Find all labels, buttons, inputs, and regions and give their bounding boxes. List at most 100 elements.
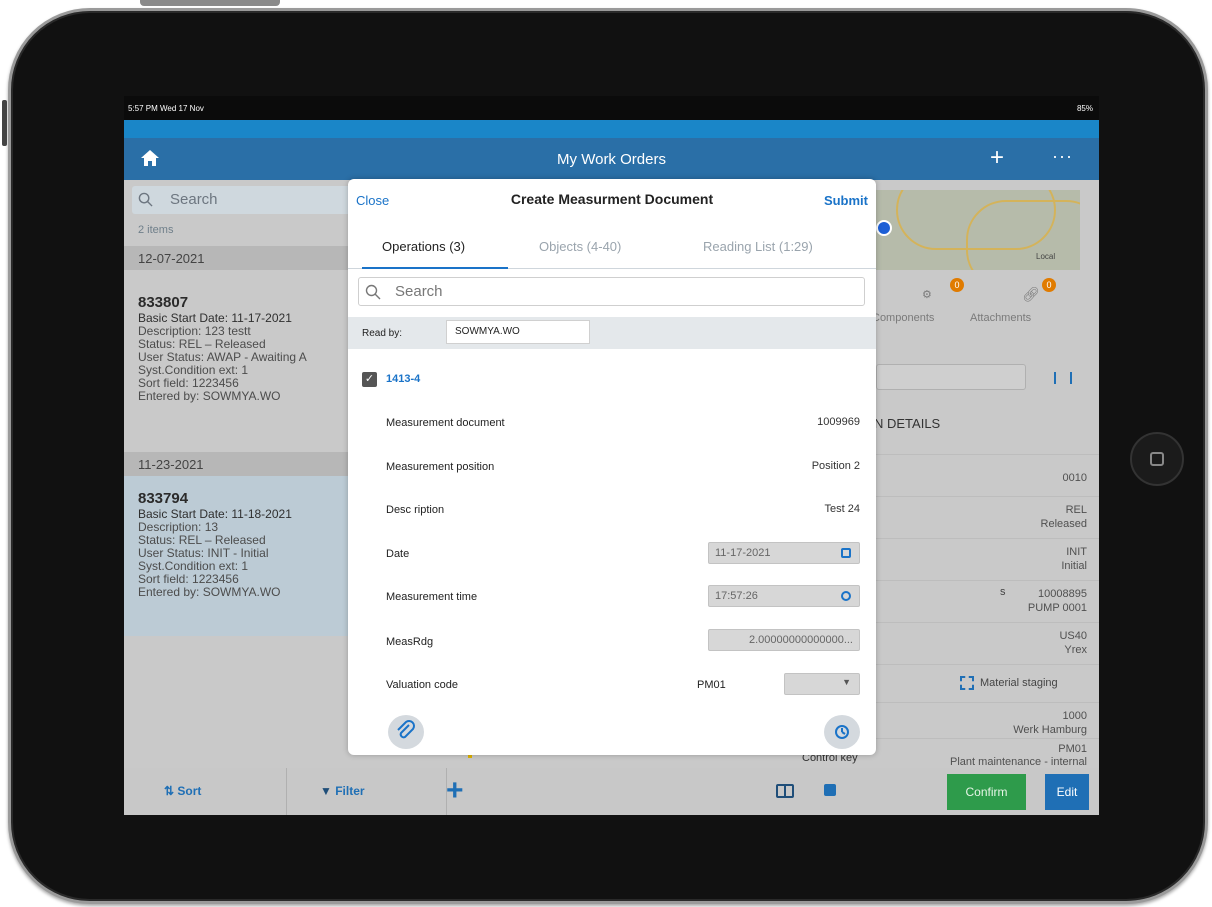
components-badge: 0 xyxy=(950,278,964,292)
measurement-position-label: Measurement position xyxy=(386,461,495,473)
filter-button[interactable]: ▼ Filter xyxy=(320,784,365,798)
dialog-search-placeholder: Search xyxy=(395,283,443,300)
clock-icon xyxy=(841,591,851,601)
items-count: 2 items xyxy=(138,224,174,236)
control-key-row: PM01 Plant maintenance - internal xyxy=(876,738,1099,769)
description-value: Test 24 xyxy=(824,503,860,515)
history-button[interactable] xyxy=(824,715,860,749)
add-button[interactable]: + xyxy=(446,776,464,806)
date-field[interactable]: 11-17-2021 xyxy=(708,542,860,564)
map-pin-icon xyxy=(876,220,892,236)
read-by-field[interactable]: SOWMYA.WO xyxy=(446,320,590,344)
edit-button[interactable]: Edit xyxy=(1045,774,1089,810)
location-map[interactable]: Local xyxy=(876,190,1080,270)
detail-value: 10008895 xyxy=(1038,588,1087,600)
plant-name: Werk Hamburg xyxy=(1013,724,1087,736)
paperclip-icon: 🔗︎ xyxy=(1022,286,1040,302)
section-title: N DETAILS xyxy=(874,416,941,431)
calendar-icon xyxy=(841,548,851,558)
chevron-down-icon: ▼ xyxy=(842,677,851,687)
measrdg-value: 2.00000000000000... xyxy=(749,634,853,646)
measurement-time-value: 17:57:26 xyxy=(715,590,758,602)
detail-value: 0010 xyxy=(1062,472,1087,484)
barcode-scan-icon[interactable] xyxy=(1054,372,1072,384)
device-top-button xyxy=(140,0,280,6)
control-key-code: PM01 xyxy=(1058,743,1087,755)
measurement-position-value: Position 2 xyxy=(811,460,860,472)
detail-row: 0010 xyxy=(876,454,1099,496)
paperclip-icon xyxy=(397,720,415,739)
print-icon[interactable] xyxy=(824,784,836,796)
search-icon xyxy=(138,192,153,207)
attach-button[interactable] xyxy=(388,715,424,749)
detail-row: INIT Initial xyxy=(876,538,1099,580)
valuation-code-select[interactable]: ▼ xyxy=(784,673,860,695)
page-title: My Work Orders xyxy=(557,151,666,168)
detail-row: REL Released xyxy=(876,496,1099,538)
filter-icon: ▼ xyxy=(320,784,336,798)
measurement-document-label: Measurement document xyxy=(386,417,505,429)
detail-value: Yrex xyxy=(1064,644,1087,656)
detail-value: INIT xyxy=(1066,546,1087,558)
app-header: My Work Orders + ··· xyxy=(124,138,1099,180)
submit-button[interactable]: Submit xyxy=(824,193,868,208)
plant-code: 1000 xyxy=(1062,710,1087,722)
search-icon xyxy=(365,284,381,300)
confirm-button[interactable]: Confirm xyxy=(947,774,1026,810)
measrdg-field[interactable]: 2.00000000000000... xyxy=(708,629,860,651)
detail-row: US40 Yrex xyxy=(876,622,1099,664)
operation-checkbox[interactable]: ✓ xyxy=(362,372,377,387)
more-icon[interactable]: ··· xyxy=(1052,146,1073,167)
dialog-tabs: Operations (3) Objects (4-40) Reading Li… xyxy=(348,225,876,269)
book-icon[interactable] xyxy=(776,784,794,798)
date-value: 11-17-2021 xyxy=(715,547,771,559)
map-label: Local xyxy=(1036,252,1056,261)
device-side-button xyxy=(2,100,7,146)
tab-components[interactable]: Components xyxy=(872,312,934,324)
valuation-code-value: PM01 xyxy=(697,679,726,691)
tab-attachments[interactable]: Attachments xyxy=(970,312,1031,324)
status-bar: 5:57 PM Wed 17 Nov 85% xyxy=(124,96,1099,120)
description-label: Desc ription xyxy=(386,504,445,516)
read-by-row: Read by: SOWMYA.WO xyxy=(348,317,876,349)
home-square-icon xyxy=(1150,452,1164,466)
measurement-time-field[interactable]: 17:57:26 xyxy=(708,585,860,607)
material-staging-label: Material staging xyxy=(980,676,1058,689)
detail-value: REL xyxy=(1065,504,1087,516)
list-search-placeholder: Search xyxy=(170,191,218,208)
measurement-time-label: Measurement time xyxy=(386,591,478,603)
measurement-document-value: 1009969 xyxy=(817,416,860,428)
battery-indicator: 85% xyxy=(1076,104,1093,113)
tab-objects[interactable]: Objects (4-40) xyxy=(539,239,621,254)
sort-icon: ⇅ xyxy=(164,784,178,798)
detail-value: Released xyxy=(1040,518,1087,530)
add-icon[interactable]: + xyxy=(990,144,1004,172)
detail-value: PUMP 0001 xyxy=(1027,602,1087,614)
detail-input[interactable] xyxy=(876,364,1026,390)
dialog-search-input[interactable]: Search xyxy=(358,277,865,306)
history-icon xyxy=(835,725,849,739)
active-tab-indicator xyxy=(362,267,508,269)
valuation-code-label: Valuation code xyxy=(386,679,458,691)
staging-icon xyxy=(960,676,974,690)
detail-value: US40 xyxy=(1059,630,1087,642)
sort-label: Sort xyxy=(177,784,202,798)
gear-icon: ⚙ xyxy=(922,289,932,301)
attachments-badge: 0 xyxy=(1042,278,1056,292)
plant-row: 1000 Werk Hamburg xyxy=(876,702,1099,737)
tab-reading-list[interactable]: Reading List (1:29) xyxy=(703,239,813,254)
read-by-label: Read by: xyxy=(362,328,403,339)
tab-operations[interactable]: Operations (3) xyxy=(382,239,465,254)
material-staging-button[interactable]: Material staging xyxy=(960,676,1058,690)
measrdg-label: MeasRdg xyxy=(386,636,434,648)
detail-row: 10008895 PUMP 0001 xyxy=(876,580,1099,622)
top-band xyxy=(124,120,1099,138)
detail-value: Initial xyxy=(1061,560,1087,572)
filter-label: Filter xyxy=(335,784,365,798)
sort-button[interactable]: ⇅ Sort xyxy=(164,784,201,798)
create-measurement-dialog: Close Create Measurment Document Submit … xyxy=(348,179,876,755)
operation-number[interactable]: 1413-4 xyxy=(386,373,420,385)
date-label: Date xyxy=(386,548,410,560)
divider xyxy=(286,768,287,815)
device-home-button[interactable] xyxy=(1130,432,1184,486)
